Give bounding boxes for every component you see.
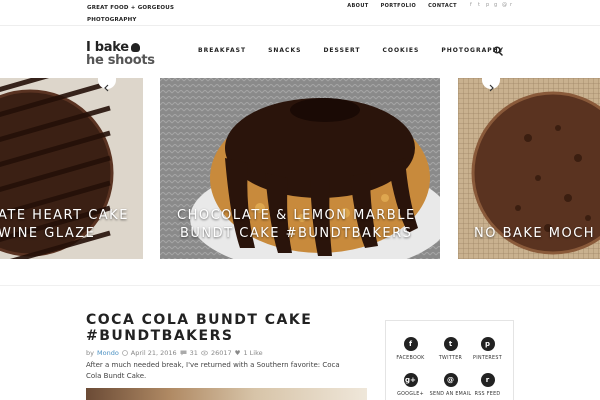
eye-icon [201,350,208,356]
top-bar: GREAT FOOD + GORGEOUS PHOTOGRAPHY ABOUT … [0,0,600,26]
logo-line-2: he shoots [86,53,155,68]
chevron-right-icon [489,84,494,92]
email-icon[interactable]: @ [502,3,507,8]
slide-center[interactable]: CHOCOLATE & LEMON MARBLE BUNDT CAKE #BUN… [160,78,440,259]
site-tagline: GREAT FOOD + GORGEOUS PHOTOGRAPHY [87,5,175,23]
social-share-box: f FACEBOOK t TWITTER p PINTEREST g+ GOOG… [385,320,514,400]
share-pinterest-label: PINTEREST [473,356,502,361]
top-links: ABOUT PORTFOLIO CONTACT [347,3,457,9]
twitter-icon[interactable]: t [478,3,482,8]
post-author-link[interactable]: Mondo [97,349,119,357]
comment-icon [180,350,187,356]
share-googleplus[interactable]: g+ GOOGLE+ [389,373,432,397]
comment-count[interactable]: 31 [190,349,198,357]
nav-item-cookies[interactable]: COOKIES [382,47,419,54]
post-meta: by Mondo April 21, 2016 31 26017 ♥ 1 Lik… [86,349,263,357]
search-icon[interactable] [493,46,503,56]
slide-right[interactable]: NO BAKE MOCH [458,78,600,259]
share-pinterest[interactable]: p PINTEREST [466,337,509,361]
post-date: April 21, 2016 [130,349,177,357]
top-link-portfolio[interactable]: PORTFOLIO [381,3,417,9]
chef-hat-icon [130,43,140,52]
share-rss[interactable]: r RSS FEED [466,373,509,397]
site-header: I bake he shoots BREAKFAST SNACKS DESSER… [0,26,600,78]
slide-center-caption-2: BUNDT CAKE #BUNDTBAKERS [180,226,413,241]
share-rss-label: RSS FEED [474,392,501,397]
slider-prev-button[interactable] [98,78,116,92]
clock-icon [121,350,128,356]
post-thumbnail[interactable] [86,388,367,400]
googleplus-icon[interactable]: g [494,3,498,8]
facebook-icon[interactable]: f [470,3,474,8]
nav-item-snacks[interactable]: SNACKS [268,47,301,54]
post-title[interactable]: COCA COLA BUNDT CAKE #BUNDTBAKERS [86,312,366,344]
post-excerpt: After a much needed break, I've returned… [86,361,340,380]
rss-icon: r [480,373,495,387]
site-logo[interactable]: I bake he shoots [86,39,155,67]
pinterest-icon: p [480,337,495,351]
slide-left-caption-1: ATE HEART CAKE [0,208,129,223]
facebook-icon: f [403,337,418,351]
nav-item-breakfast[interactable]: BREAKFAST [198,47,246,54]
slider-next-button[interactable] [482,78,500,92]
nav-item-dessert[interactable]: DESSERT [323,47,360,54]
pinterest-icon[interactable]: p [486,3,490,8]
heart-icon[interactable]: ♥ [235,349,241,357]
chevron-left-icon [104,84,109,92]
page: GREAT FOOD + GORGEOUS PHOTOGRAPHY ABOUT … [0,0,600,400]
googleplus-icon: g+ [403,373,418,387]
section-divider [0,285,600,286]
top-link-contact[interactable]: CONTACT [428,3,457,9]
share-googleplus-label: GOOGLE+ [397,392,424,397]
slide-left-caption-2: WINE GLAZE [0,226,96,241]
by-label: by [86,349,94,357]
email-icon: @ [443,373,458,387]
view-count: 26017 [210,349,232,357]
slide-left[interactable]: ATE HEART CAKE WINE GLAZE [0,78,143,259]
slide-center-caption-1: CHOCOLATE & LEMON MARBLE [177,208,416,223]
share-facebook-label: FACEBOOK [396,356,425,361]
top-link-about[interactable]: ABOUT [347,3,368,9]
top-social-icons: f t p g @ r [470,3,514,8]
main-nav: BREAKFAST SNACKS DESSERT COOKIES PHOTOGR… [198,47,526,54]
slide-right-caption: NO BAKE MOCH [474,226,596,241]
twitter-icon: t [443,337,458,351]
share-facebook[interactable]: f FACEBOOK [389,337,432,361]
like-count[interactable]: 1 Like [243,349,262,357]
featured-slider: ATE HEART CAKE WINE GLAZE CHOCOLATE & LE… [0,78,600,259]
rss-icon[interactable]: r [510,3,514,8]
